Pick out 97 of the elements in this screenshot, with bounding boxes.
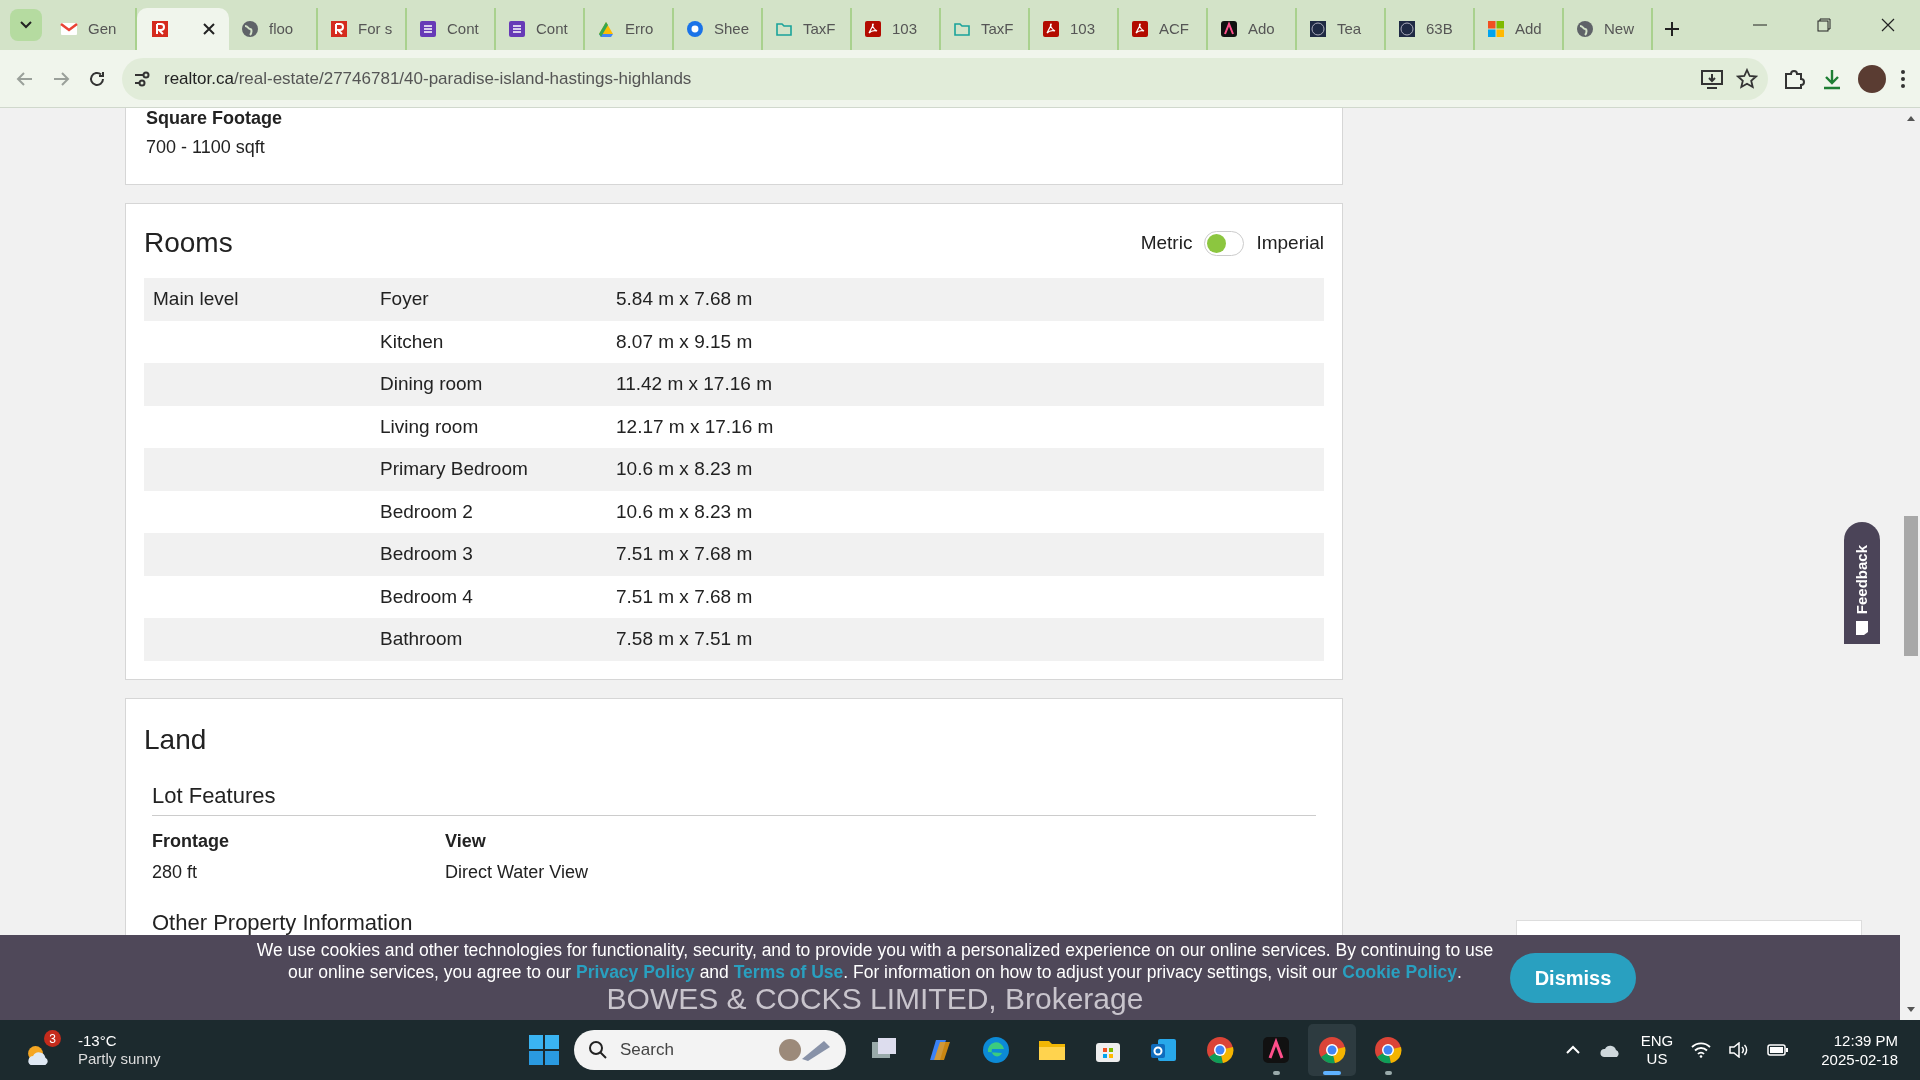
weather-text: Partly sunny	[78, 1050, 161, 1068]
restore-icon[interactable]	[1817, 18, 1831, 32]
url-text: realtor.ca/real-estate/27746781/40-paradise-island-hastings-highlands	[164, 67, 693, 90]
section-title: Rooms	[144, 226, 233, 260]
circle-icon	[686, 20, 704, 38]
taskbar-app[interactable]	[1308, 1024, 1356, 1076]
table-cell-text: 10.6 m x 8.23 m	[616, 457, 753, 481]
table-cell-text: Bathroom	[380, 627, 464, 651]
logo-icon	[1260, 1034, 1292, 1066]
close-icon[interactable]	[1881, 18, 1895, 32]
browser-tab[interactable]	[137, 8, 229, 50]
tab-search-button[interactable]	[10, 9, 42, 41]
table-cell-text: 7.51 m x 7.68 m	[616, 584, 753, 609]
browser-logo-icon	[1372, 1034, 1404, 1066]
field-value: 700 - 1100 sqft	[146, 136, 266, 159]
running-indicator	[1272, 1071, 1280, 1075]
table-cell-text: 12.17 m x 17.16 m	[616, 414, 774, 439]
running-indicator	[1323, 1071, 1341, 1075]
table-cell-text: 7.58 m x 7.51 m	[616, 627, 753, 651]
profile-avatar[interactable]	[1858, 64, 1886, 93]
note-icon	[1855, 620, 1869, 636]
address-bar[interactable]: realtor.ca/real-estate/27746781/40-paradise-island-hastings-highlands	[122, 57, 1768, 100]
dismiss-button[interactable]: Dismiss	[1510, 952, 1636, 1003]
link[interactable]: Terms of Use	[733, 962, 844, 982]
folder-icon	[775, 20, 793, 38]
chevron-down-icon	[20, 21, 32, 29]
globe-icon	[241, 20, 259, 38]
field-value: Direct Water View	[445, 860, 590, 884]
folder-icon	[953, 20, 971, 38]
globe-icon	[1576, 20, 1594, 38]
field-label: View	[445, 829, 487, 853]
subsection-title: Lot Features	[152, 782, 276, 808]
start-icon[interactable]	[528, 1034, 560, 1066]
table-cell-text: 5.84 m x 7.68 m	[616, 287, 753, 311]
install-icon[interactable]	[1700, 67, 1724, 90]
link[interactable]: Cookie Policy	[1342, 962, 1457, 982]
toggle-label: Metric	[1140, 230, 1193, 255]
table-cell-text: Living room	[380, 414, 480, 439]
table-cell-text: Main level	[152, 287, 240, 311]
feedback-button[interactable]: Feedback	[1844, 522, 1880, 644]
scrollbar-thumb[interactable]	[1904, 516, 1918, 656]
browser-logo-icon	[1204, 1034, 1236, 1066]
scroll-down-icon[interactable]	[1906, 1006, 1916, 1014]
table-cell-text: 8.07 m x 9.15 m	[616, 329, 753, 354]
table-cell-text: Bedroom 4	[380, 584, 474, 609]
battery-icon[interactable]	[1767, 1043, 1790, 1057]
table-cell-text: Foyer	[380, 287, 430, 311]
logo-icon	[151, 20, 169, 38]
grid-icon	[1487, 20, 1505, 38]
table-cell-text: 10.6 m x 8.23 m	[616, 499, 753, 524]
browser-logo-icon	[980, 1034, 1012, 1066]
scroll-up-icon[interactable]	[1906, 114, 1916, 122]
chevron-up-icon[interactable]	[1564, 1045, 1581, 1055]
menu-icon[interactable]	[1900, 67, 1906, 90]
running-indicator	[1384, 1071, 1392, 1075]
table-cell-text: Bedroom 2	[380, 499, 474, 524]
link[interactable]: Privacy Policy	[576, 962, 695, 982]
browser-logo-icon	[1316, 1034, 1348, 1066]
language-text[interactable]: ENG	[1640, 1032, 1674, 1050]
search-field[interactable]: Search	[574, 1030, 846, 1070]
star-icon[interactable]	[1736, 67, 1758, 90]
logo-icon	[1220, 20, 1238, 38]
wifi-icon[interactable]	[1691, 1042, 1712, 1058]
document-icon	[864, 20, 882, 38]
table-cell-text: Dining room	[380, 372, 484, 396]
toggle-label: Imperial	[1256, 230, 1324, 255]
region-text[interactable]: US	[1646, 1050, 1668, 1068]
envelope-icon	[60, 20, 78, 38]
clock-date[interactable]: 2025-02-18	[1821, 1050, 1898, 1069]
document-icon	[1042, 20, 1060, 38]
list-icon	[419, 20, 437, 38]
brokerage-text: BOWES & COCKS LIMITED, Brokerage	[606, 982, 1144, 1016]
logo-icon	[330, 20, 348, 38]
circle-icon	[1398, 20, 1416, 38]
notification-badge: 3	[44, 1030, 61, 1047]
speaker-icon[interactable]	[1729, 1042, 1750, 1058]
table-cell-text: 7.51 m x 7.68 m	[616, 542, 753, 566]
table-cell-text: Primary Bedroom	[380, 457, 529, 481]
temperature-text: -13°C	[78, 1032, 118, 1050]
cookie-notice: We use cookies and other technologies for functionality, security, and to provide you with a personalized experience on our online services. By continuing to use our online services, you agree to our Privacy Policy and Terms of Use. For information on how to adjust your privacy settings, visit our Cookie Policy.	[255, 939, 1495, 983]
unit-toggle[interactable]	[1204, 230, 1245, 256]
clock-time[interactable]: 12:39 PM	[1833, 1031, 1898, 1050]
table-cell-text: 11.42 m x 17.16 m	[616, 372, 772, 396]
triangle-icon	[597, 20, 615, 38]
table-cell-text: Bedroom 3	[380, 542, 474, 566]
list-icon	[508, 20, 526, 38]
field-value: 280 ft	[152, 860, 199, 884]
field-label: Square Footage	[146, 108, 283, 128]
new-tab-icon[interactable]	[1665, 22, 1679, 36]
search-icon	[588, 1040, 608, 1060]
table-cell-text: Kitchen	[380, 329, 445, 354]
circle-icon	[1309, 20, 1327, 38]
field-label: Frontage	[152, 829, 230, 853]
section-title: Land	[144, 722, 208, 757]
close-icon[interactable]	[203, 23, 215, 35]
document-icon	[1131, 20, 1149, 38]
subsection-title: Other Property Information	[152, 909, 413, 935]
